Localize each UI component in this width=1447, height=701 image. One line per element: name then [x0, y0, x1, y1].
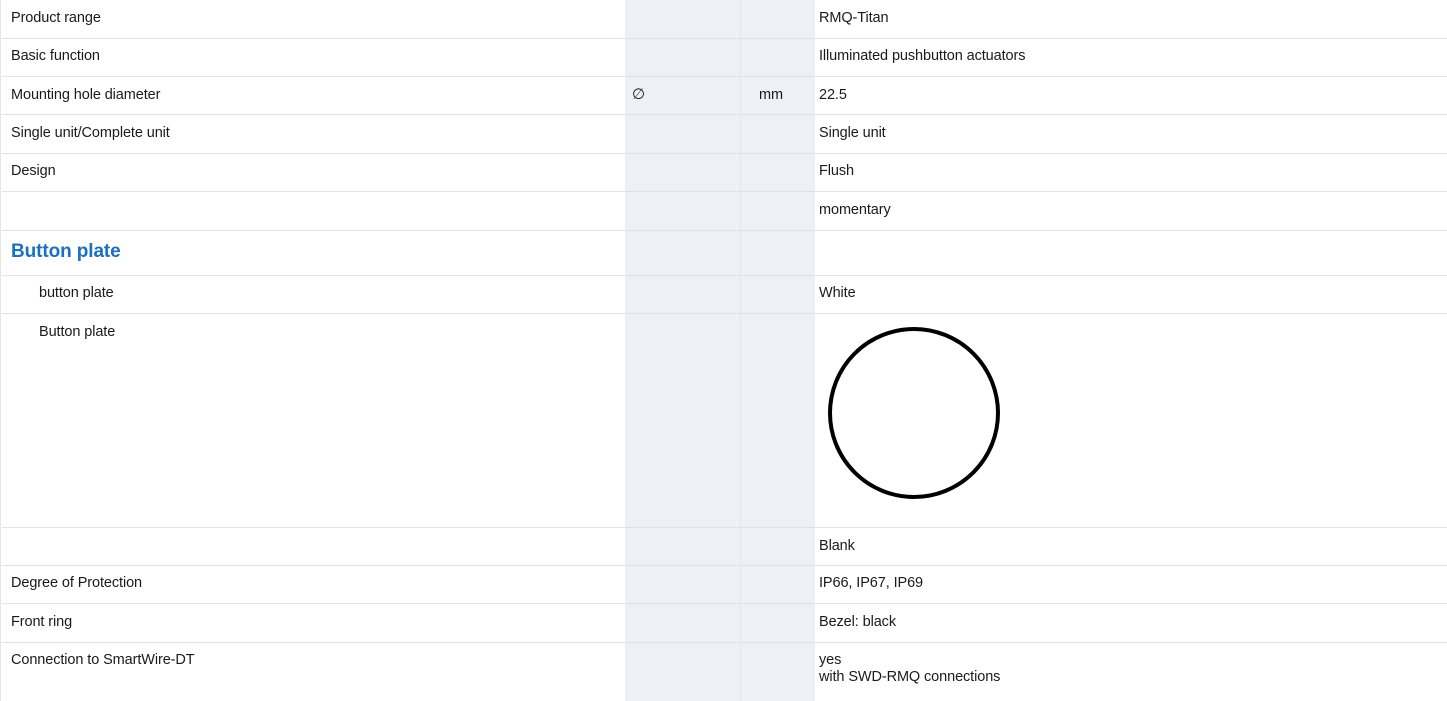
- spec-row-product-range: Product range RMQ-Titan: [2, 0, 1447, 39]
- spec-value: Bezel: black: [819, 614, 896, 630]
- spec-label: Front ring: [11, 614, 73, 630]
- diameter-symbol: ∅: [632, 86, 645, 103]
- spec-row-basic-function: Basic function Illuminated pushbutton ac…: [2, 39, 1447, 77]
- spec-value: RMQ-Titan: [819, 10, 889, 26]
- spec-row-design: Design Flush: [2, 154, 1447, 192]
- spec-row-momentary: momentary: [2, 192, 1447, 231]
- spec-value: IP66, IP67, IP69: [819, 575, 923, 591]
- spec-label: Connection to SmartWire-DT: [11, 652, 195, 668]
- spec-value: Blank: [819, 538, 855, 554]
- spec-value: Illuminated pushbutton actuators: [819, 48, 1026, 64]
- spec-label: Degree of Protection: [11, 575, 142, 591]
- spec-label: Mounting hole diameter: [11, 87, 161, 103]
- section-title: Button plate: [11, 241, 121, 262]
- spec-value-line2: with SWD-RMQ connections: [819, 669, 1001, 685]
- spec-row-button-plate-image: Button plate: [2, 314, 1447, 528]
- spec-label: Design: [11, 163, 56, 179]
- spec-label: Button plate: [39, 324, 116, 340]
- white-circle-button-plate-icon: [828, 327, 1000, 499]
- spec-label: Basic function: [11, 48, 100, 64]
- spec-row-blank: Blank: [2, 528, 1447, 566]
- spec-row-button-plate-color: button plate White: [2, 276, 1447, 314]
- spec-value: momentary: [819, 202, 891, 218]
- spec-row-mounting-hole-diameter: Mounting hole diameter ∅ mm 22.5: [2, 77, 1447, 115]
- spec-row-single-complete-unit: Single unit/Complete unit Single unit: [2, 115, 1447, 154]
- spec-row-front-ring: Front ring Bezel: black: [2, 604, 1447, 643]
- spec-value: Flush: [819, 163, 854, 179]
- spec-row-smartwire-connection: Connection to SmartWire-DT yes with SWD-…: [2, 643, 1447, 701]
- spec-value: White: [819, 285, 856, 301]
- spec-label: Single unit/Complete unit: [11, 125, 170, 141]
- spec-value: 22.5: [819, 87, 847, 103]
- spec-value-line1: yes: [819, 652, 842, 668]
- spec-value: Single unit: [819, 125, 886, 141]
- spec-row-degree-of-protection: Degree of Protection IP66, IP67, IP69: [2, 566, 1447, 604]
- spec-label: Product range: [11, 10, 101, 26]
- product-specification-table: Product range RMQ-Titan Basic function I…: [0, 0, 1447, 701]
- section-header-button-plate: Button plate: [2, 231, 1447, 276]
- spec-unit: mm: [759, 87, 783, 103]
- spec-label: button plate: [39, 285, 114, 301]
